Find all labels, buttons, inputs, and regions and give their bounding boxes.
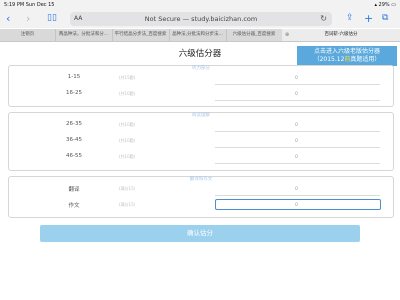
score-input[interactable]: 0 [295, 123, 298, 128]
promo-line-2: （2015.12前真题适用） [313, 56, 381, 63]
share-icon[interactable]: ⇪ [346, 13, 354, 24]
input-underline [215, 147, 380, 148]
tab-seed-method[interactable]: 两晶种法，分批法和分... [55, 29, 113, 41]
tabs-overview-icon[interactable]: ⧉ [382, 13, 388, 24]
row-name: 46-55 [66, 153, 82, 159]
row-hint: (共10题) [119, 122, 136, 127]
tab-logout[interactable]: 注销页 [0, 29, 56, 41]
tab-parallel-crystallization[interactable]: 平行结晶分步法_百度搜索 [112, 29, 170, 41]
tab-bar: 注销页 两晶种法，分批法和分... 平行结晶分步法_百度搜索 晶种法,分批法和分… [0, 29, 400, 42]
listening-section: 听力部分 1-15 (共15题) 0 16-25 (共10题) 0 [8, 65, 394, 107]
row-name: 16-25 [66, 90, 82, 96]
url-text[interactable]: Not Secure — study.baicizhan.com [70, 15, 332, 23]
score-input[interactable]: 0 [295, 76, 298, 81]
score-input[interactable]: 0 [295, 92, 298, 97]
bookmarks-icon[interactable]: ▯▯ [47, 13, 57, 24]
score-row: 36-45 (共10题) 0 [9, 137, 393, 151]
tab-baicizhan-cet6[interactable]: ⊗ 百词斩-六级估分 [282, 29, 400, 41]
score-row: 46-55 (共10题) 0 [9, 153, 393, 167]
status-time-date: 5:19 PM Sun Dec 15 [4, 2, 55, 8]
score-input[interactable]: 0 [295, 155, 298, 160]
row-hint: (共15题) [119, 75, 136, 80]
translation-writing-section: 翻译和作文 翻译 (满分15) 0 作文 (满分15) 0 [8, 176, 394, 218]
battery-indicator: ▴ 29% ▭ [374, 2, 396, 8]
input-underline [215, 131, 380, 132]
input-underline [215, 84, 380, 85]
focused-score-input[interactable] [215, 199, 381, 210]
score-input[interactable]: 0 [295, 187, 298, 192]
reload-icon[interactable]: ↻ [320, 14, 327, 23]
reading-section: 阅读理解 26-35 (共10题) 0 36-45 (共10题) 0 46-55… [8, 112, 394, 171]
row-name: 翻译 [68, 187, 80, 193]
input-underline [215, 195, 380, 196]
back-icon[interactable]: ‹ [6, 13, 10, 24]
score-row: 26-35 (共10题) 0 [9, 121, 393, 135]
input-underline [215, 100, 380, 101]
page-content: 六级估分器 点击进入六级老版估分器 （2015.12前真题适用） 听力部分 1-… [0, 42, 400, 300]
row-hint: (满分15) [119, 202, 136, 207]
tab-cet6-search[interactable]: 六级估分器_百度搜索 [226, 29, 283, 41]
section-label: 阅读理解 [192, 113, 210, 118]
row-name: 1-15 [67, 74, 81, 80]
score-input[interactable]: 0 [295, 203, 298, 208]
confirm-estimate-button[interactable]: 确认估分 [40, 225, 360, 242]
score-row: 翻译 (满分15) 0 [9, 185, 393, 199]
score-row: 16-25 (共10题) 0 [9, 90, 393, 104]
section-label: 翻译和作文 [189, 177, 213, 182]
row-name: 26-35 [66, 121, 82, 127]
forward-icon[interactable]: › [26, 13, 30, 24]
browser-toolbar: ‹ › ▯▯ AA Not Secure — study.baicizhan.c… [0, 10, 400, 28]
status-bar: 5:19 PM Sun Dec 15 ▴ 29% ▭ [0, 0, 400, 10]
address-bar[interactable]: AA Not Secure — study.baicizhan.com ↻ [70, 12, 332, 26]
old-version-promo-button[interactable]: 点击进入六级老版估分器 （2015.12前真题适用） [297, 46, 397, 66]
row-name: 作文 [68, 203, 80, 209]
row-hint: (共10题) [119, 154, 136, 159]
row-name: 36-45 [66, 137, 82, 143]
input-underline [215, 163, 380, 164]
tab-seed-method-2[interactable]: 晶种法,分批法和分步法... [169, 29, 227, 41]
new-tab-icon[interactable]: + [364, 13, 373, 24]
score-row: 作文 (满分15) 0 [9, 199, 393, 215]
row-hint: (共10题) [119, 91, 136, 96]
close-tab-icon[interactable]: ⊗ [285, 29, 289, 41]
score-row: 1-15 (共15题) 0 [9, 74, 393, 88]
row-hint: (满分15) [119, 186, 136, 191]
promo-line-1: 点击进入六级老版估分器 [313, 48, 380, 55]
section-label: 听力部分 [192, 66, 210, 71]
score-input[interactable]: 0 [295, 139, 298, 144]
row-hint: (共10题) [119, 138, 136, 143]
